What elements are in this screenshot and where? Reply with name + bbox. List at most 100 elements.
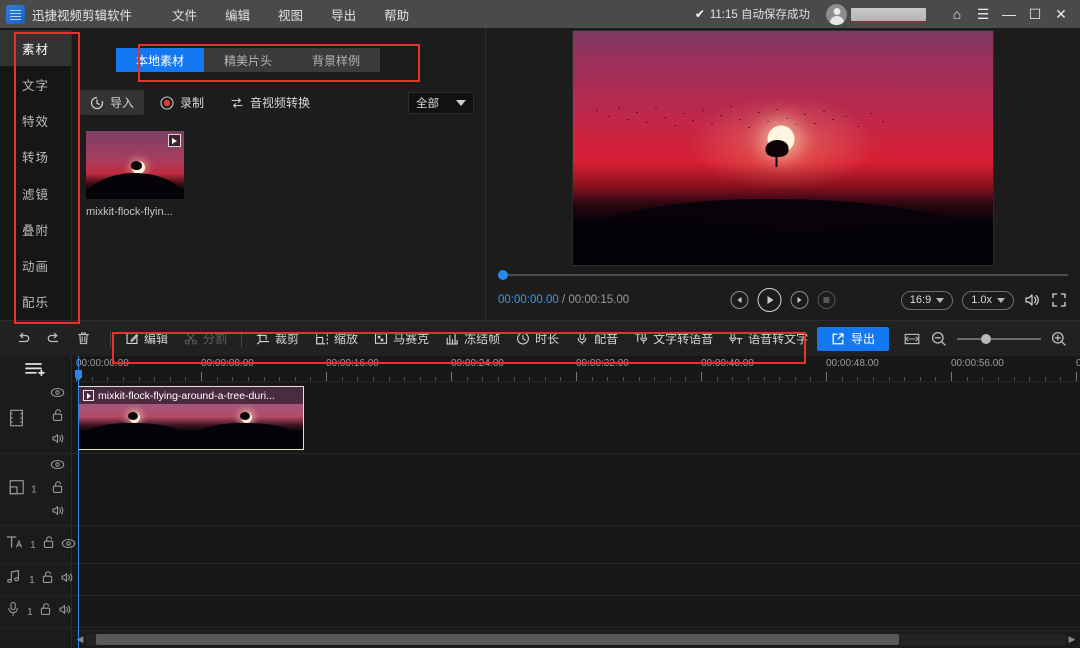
add-track-button[interactable] — [0, 356, 71, 382]
sidebar-item-overlay[interactable]: 叠附 — [0, 211, 71, 247]
track-header-text[interactable]: 1 — [0, 526, 71, 564]
edit-button[interactable]: 编辑 — [117, 326, 176, 351]
scrubber-handle[interactable] — [498, 270, 508, 280]
fullscreen-icon[interactable] — [1050, 291, 1068, 309]
av-convert-button[interactable]: 音视频转换 — [220, 90, 320, 115]
track-lane-video[interactable]: mixkit-flock-flying-around-a-tree-duri..… — [72, 382, 1080, 454]
volume-icon[interactable] — [1023, 291, 1041, 309]
track-header-voice[interactable]: 1 — [0, 596, 71, 628]
menu-edit[interactable]: 编辑 — [211, 1, 264, 28]
lock-icon[interactable] — [51, 408, 64, 427]
playhead[interactable] — [78, 356, 79, 648]
track-lane-voice[interactable] — [72, 596, 1080, 628]
media-item[interactable]: mixkit-flock-flyin... — [86, 131, 184, 218]
track-area[interactable]: 00:00:00.00 00:00:08.00 00:00:16.00 00:0… — [72, 356, 1080, 648]
freeze-frame-button[interactable]: 冻结帧 — [437, 326, 508, 351]
sidebar-item-filters[interactable]: 滤镜 — [0, 175, 71, 211]
scroll-right-icon[interactable]: ▶ — [1066, 634, 1078, 645]
lock-icon[interactable] — [41, 570, 54, 589]
track-header-video[interactable] — [0, 382, 71, 454]
play-button[interactable] — [758, 288, 782, 312]
tab-background-samples[interactable]: 背景样例 — [292, 48, 380, 72]
undo-icon[interactable] — [8, 325, 38, 353]
lock-icon[interactable] — [42, 535, 55, 554]
audio-icon[interactable] — [51, 432, 65, 450]
sidebar-item-animation[interactable]: 动画 — [0, 248, 71, 284]
eye-icon[interactable] — [50, 385, 65, 403]
split-button[interactable]: 分割 — [176, 326, 235, 351]
zoom-slider[interactable] — [957, 332, 1041, 346]
scale-label: 缩放 — [334, 330, 358, 347]
timeline-ruler[interactable]: 00:00:00.00 00:00:08.00 00:00:16.00 00:0… — [72, 356, 1080, 382]
playback-speed-select[interactable]: 1.0x — [962, 291, 1014, 310]
stop-button[interactable] — [818, 291, 836, 309]
record-button[interactable]: 录制 — [150, 90, 214, 115]
menu-help[interactable]: 帮助 — [370, 1, 423, 28]
music-track-count: 1 — [29, 574, 35, 586]
text-track-count: 1 — [30, 539, 36, 551]
tab-intro-templates[interactable]: 精美片头 — [204, 48, 292, 72]
track-lane-music[interactable] — [72, 564, 1080, 596]
tab-local-material[interactable]: 本地素材 — [116, 48, 204, 72]
step-forward-button[interactable] — [791, 291, 809, 309]
mosaic-button[interactable]: 马赛克 — [366, 326, 437, 351]
aspect-ratio-select[interactable]: 16:9 — [901, 291, 953, 310]
edit-toolbar: 编辑 分割 裁剪 缩放 马赛克 冻结帧 时长 — [0, 320, 1080, 356]
scrollbar-thumb[interactable] — [96, 634, 900, 645]
sidebar-item-music[interactable]: 配乐 — [0, 284, 71, 320]
scrollbar-track[interactable] — [86, 634, 1066, 645]
media-filter-select[interactable]: 全部 — [408, 92, 474, 114]
chevron-down-icon — [936, 298, 944, 303]
zoom-in-icon[interactable] — [1050, 330, 1068, 348]
speech-to-text-button[interactable]: 语音转文字 — [721, 326, 816, 351]
text-to-speech-button[interactable]: 文字转语音 — [626, 326, 721, 351]
duration-button[interactable]: 时长 — [508, 326, 567, 351]
scroll-left-icon[interactable]: ◀ — [74, 634, 86, 645]
maximize-icon[interactable]: ☐ — [1022, 0, 1048, 28]
lock-icon[interactable] — [51, 480, 64, 499]
export-button[interactable]: 导出 — [817, 327, 889, 351]
audio-icon[interactable] — [51, 504, 65, 522]
menu-file[interactable]: 文件 — [158, 1, 211, 28]
audio-icon[interactable] — [58, 603, 72, 621]
zoom-slider-handle[interactable] — [981, 334, 991, 344]
check-icon: ✔ — [695, 7, 705, 21]
hamburger-menu-icon[interactable]: ☰ — [970, 0, 996, 28]
menu-export[interactable]: 导出 — [317, 1, 370, 28]
lock-icon[interactable] — [39, 602, 52, 621]
preview-scrubber[interactable] — [498, 270, 1068, 280]
media-thumbnail[interactable] — [86, 131, 184, 199]
timeline-hscrollbar[interactable]: ◀ ▶ — [72, 630, 1080, 648]
step-back-button[interactable] — [731, 291, 749, 309]
import-button[interactable]: 导入 — [80, 90, 144, 115]
media-item-label: mixkit-flock-flyin... — [86, 206, 184, 218]
minimize-icon[interactable]: ― — [996, 0, 1022, 28]
track-lane-overlay[interactable] — [72, 454, 1080, 526]
sidebar-item-transitions[interactable]: 转场 — [0, 139, 71, 175]
timeline-clip[interactable]: mixkit-flock-flying-around-a-tree-duri..… — [78, 386, 304, 450]
scale-button[interactable]: 缩放 — [307, 326, 366, 351]
crop-button[interactable]: 裁剪 — [248, 326, 307, 351]
zoom-out-icon[interactable] — [930, 330, 948, 348]
home-icon[interactable]: ⌂ — [944, 0, 970, 28]
close-icon[interactable]: ✕ — [1048, 0, 1074, 28]
edit-icon — [125, 332, 139, 346]
track-header-overlay[interactable]: 1 — [0, 454, 71, 526]
track-header-music[interactable]: 1 — [0, 564, 71, 596]
crop-label: 裁剪 — [275, 330, 299, 347]
sidebar-item-effects[interactable]: 特效 — [0, 103, 71, 139]
account-area[interactable] — [826, 4, 926, 25]
sidebar-item-text[interactable]: 文字 — [0, 66, 71, 102]
dubbing-button[interactable]: 配音 — [567, 326, 626, 351]
toolbar-divider-2 — [241, 331, 242, 347]
menu-view[interactable]: 视图 — [264, 1, 317, 28]
trash-icon[interactable] — [68, 325, 98, 353]
sidebar-item-material[interactable]: 素材 — [0, 30, 71, 66]
fit-to-window-icon[interactable] — [903, 330, 921, 348]
eye-icon[interactable] — [50, 457, 65, 475]
video-preview[interactable] — [572, 30, 994, 266]
avatar[interactable] — [826, 4, 847, 25]
chevron-down-icon — [997, 298, 1005, 303]
track-lane-text[interactable] — [72, 526, 1080, 564]
redo-icon[interactable] — [38, 325, 68, 353]
